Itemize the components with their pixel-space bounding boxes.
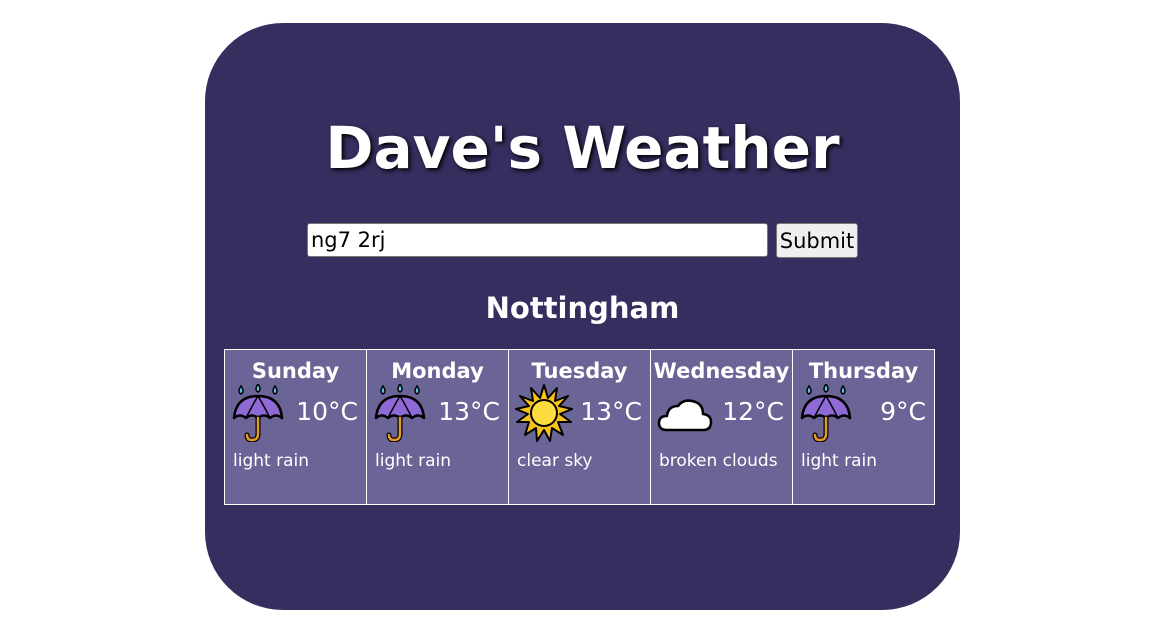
city-name: Nottingham	[485, 291, 680, 325]
day-temperature: 10°C	[296, 397, 358, 426]
forecast-day-sunday: Sunday 10°C light rain	[224, 349, 367, 505]
forecast-day-monday: Monday 13°C light rain	[366, 349, 509, 505]
day-description: light rain	[233, 451, 309, 471]
day-description: light rain	[375, 451, 451, 471]
forecast-day-tuesday: Tuesday 13°C clear sky	[508, 349, 651, 505]
day-name: Sunday	[251, 359, 340, 383]
day-temperature: 9°C	[880, 397, 926, 426]
day-description: broken clouds	[659, 451, 778, 471]
day-name: Tuesday	[531, 359, 628, 383]
umbrella-rain-icon	[799, 382, 853, 443]
forecast-table: Sunday 10°C light rain Monday 13°C light…	[224, 349, 941, 505]
sun-icon	[515, 384, 573, 442]
cloud-icon	[657, 384, 713, 442]
forecast-day-thursday: Thursday 9°C light rain	[792, 349, 935, 505]
umbrella-rain-icon	[373, 382, 427, 443]
day-description: light rain	[801, 451, 877, 471]
submit-button[interactable]: Submit	[776, 223, 858, 258]
day-temperature: 12°C	[722, 397, 784, 426]
page-title: Dave's Weather	[325, 114, 840, 182]
day-name: Monday	[391, 359, 484, 383]
postcode-input[interactable]	[307, 223, 768, 257]
day-temperature: 13°C	[580, 397, 642, 426]
day-name: Wednesday	[653, 359, 790, 383]
day-name: Thursday	[808, 359, 919, 383]
day-temperature: 13°C	[438, 397, 500, 426]
umbrella-rain-icon	[231, 382, 285, 443]
day-description: clear sky	[517, 451, 593, 471]
forecast-day-wednesday: Wednesday 12°C broken clouds	[650, 349, 793, 505]
weather-card: Dave's Weather Submit Nottingham Sunday	[205, 23, 960, 610]
